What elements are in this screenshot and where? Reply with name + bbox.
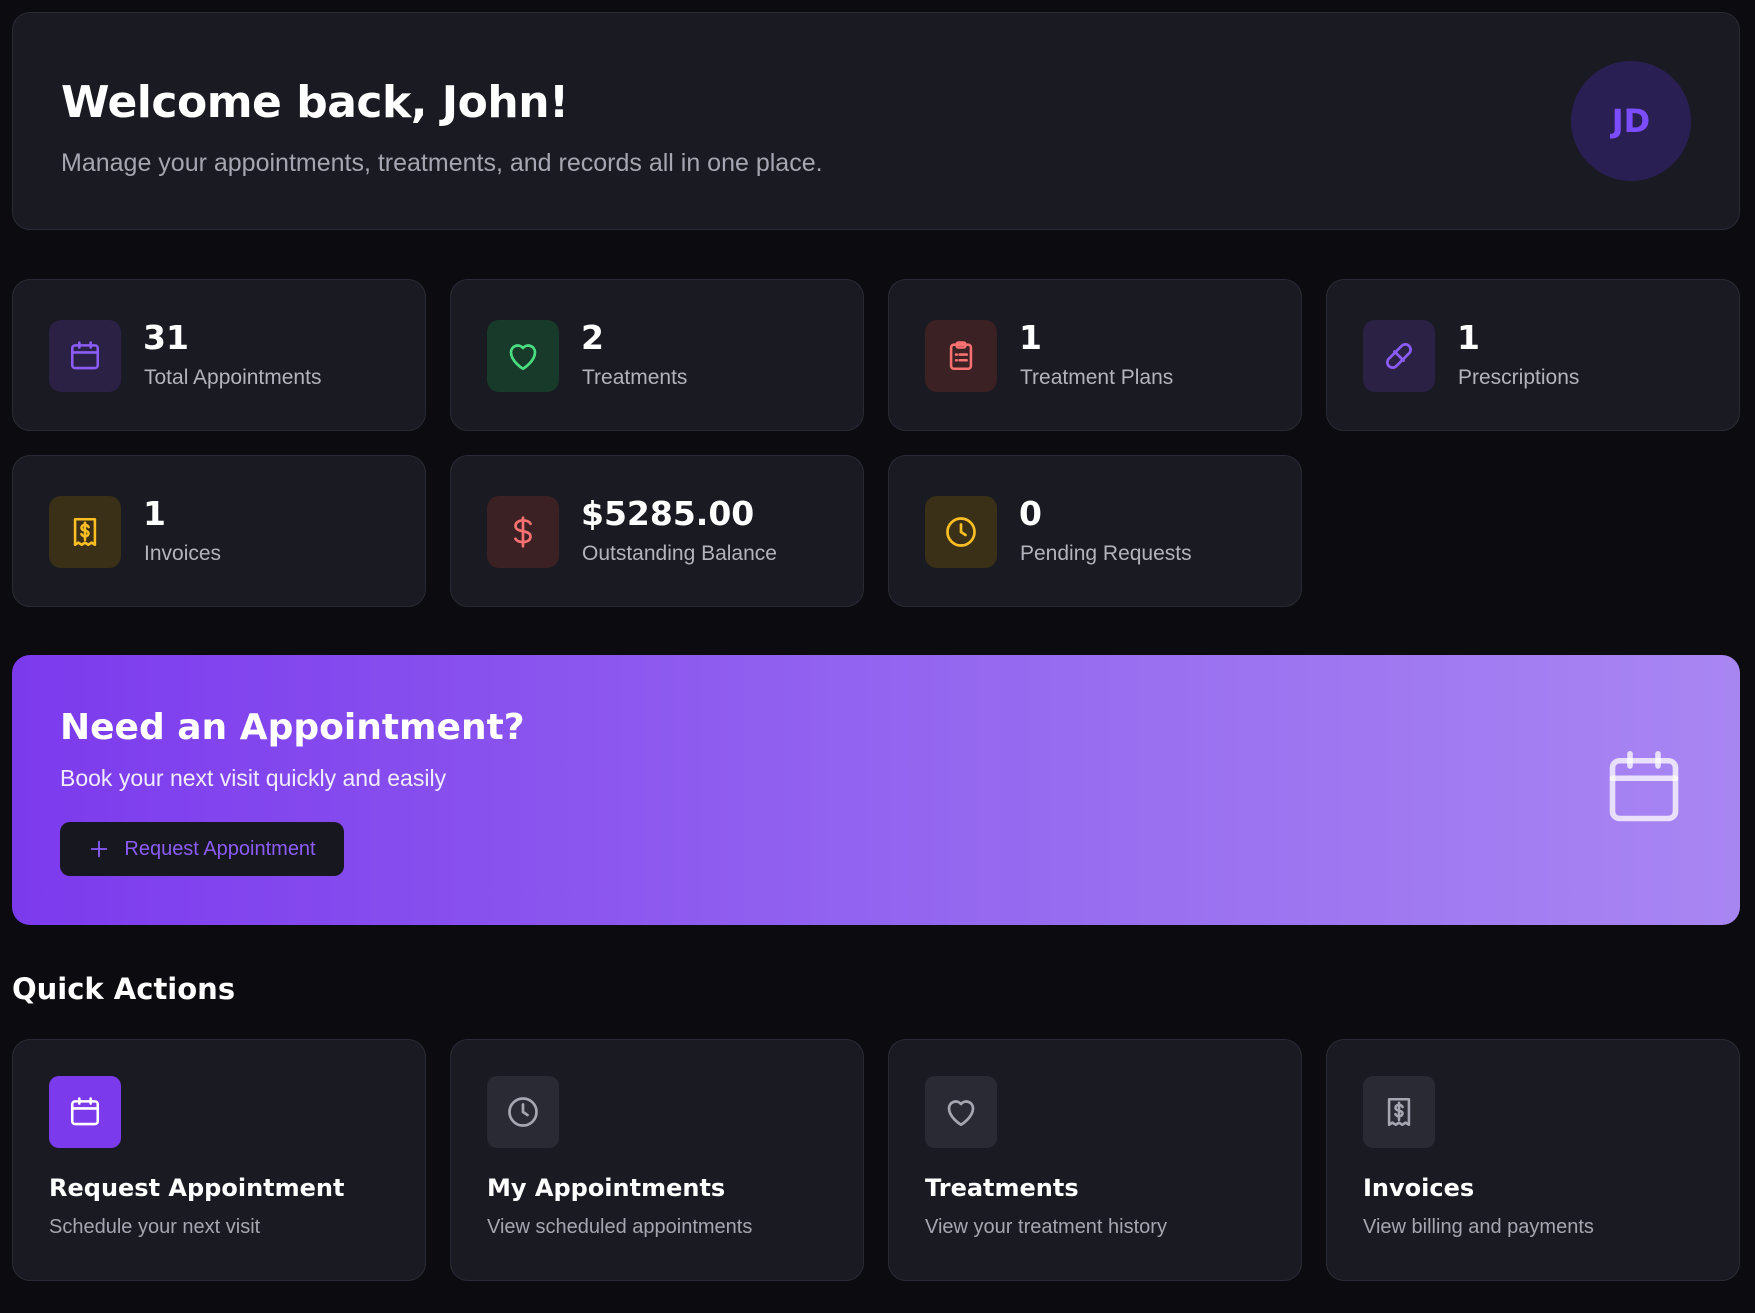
stat-label: Total Appointments xyxy=(144,366,322,389)
calendar-icon xyxy=(49,1076,121,1148)
dollar-icon xyxy=(487,496,559,568)
welcome-subtitle: Manage your appointments, treatments, an… xyxy=(61,149,823,177)
heart-icon xyxy=(487,320,559,392)
request-appointment-button[interactable]: Request Appointment xyxy=(60,822,344,876)
stat-value: 1 xyxy=(143,494,166,533)
stat-card-outstanding-balance: $5285.00 Outstanding Balance xyxy=(450,455,864,607)
clipboard-list-icon xyxy=(925,320,997,392)
quick-action-my-appointments[interactable]: My Appointments View scheduled appointme… xyxy=(450,1039,864,1281)
quick-action-invoices[interactable]: Invoices View billing and payments xyxy=(1326,1039,1740,1281)
quick-action-description: View billing and payments xyxy=(1363,1216,1594,1238)
calendar-icon xyxy=(1609,750,1679,822)
pill-icon xyxy=(1363,320,1435,392)
receipt-icon xyxy=(49,496,121,568)
quick-action-description: Schedule your next visit xyxy=(49,1216,261,1238)
stat-value: 2 xyxy=(581,318,604,357)
calendar-icon xyxy=(49,320,121,392)
stat-value: $5285.00 xyxy=(581,494,755,533)
stat-card-treatments: 2 Treatments xyxy=(450,279,864,431)
heart-icon xyxy=(925,1076,997,1148)
stat-value: 0 xyxy=(1019,494,1042,533)
stat-card-total-appointments: 31 Total Appointments xyxy=(12,279,426,431)
quick-action-title: Request Appointment xyxy=(49,1174,345,1202)
clock-icon xyxy=(925,496,997,568)
stat-value: 31 xyxy=(143,318,189,357)
quick-action-title: My Appointments xyxy=(487,1174,726,1202)
stat-value: 1 xyxy=(1457,318,1480,357)
quick-action-title: Treatments xyxy=(925,1174,1079,1202)
stat-card-treatment-plans: 1 Treatment Plans xyxy=(888,279,1302,431)
stat-card-prescriptions: 1 Prescriptions xyxy=(1326,279,1740,431)
quick-action-request-appointment[interactable]: Request Appointment Schedule your next v… xyxy=(12,1039,426,1281)
stat-label: Treatments xyxy=(582,366,688,389)
avatar[interactable]: JD xyxy=(1571,61,1691,181)
banner-title: Need an Appointment? xyxy=(60,707,525,748)
stat-label: Pending Requests xyxy=(1020,542,1192,565)
quick-action-description: View your treatment history xyxy=(925,1216,1167,1238)
quick-action-description: View scheduled appointments xyxy=(487,1216,753,1238)
stat-card-pending-requests: 0 Pending Requests xyxy=(888,455,1302,607)
stat-card-invoices: 1 Invoices xyxy=(12,455,426,607)
stat-label: Prescriptions xyxy=(1458,366,1580,389)
welcome-header: Welcome back, John! Manage your appointm… xyxy=(12,12,1740,230)
quick-action-treatments[interactable]: Treatments View your treatment history xyxy=(888,1039,1302,1281)
plus-icon xyxy=(91,840,108,858)
stat-label: Outstanding Balance xyxy=(582,542,777,565)
stat-label: Treatment Plans xyxy=(1020,366,1174,389)
request-appointment-label: Request Appointment xyxy=(124,837,316,860)
banner-subtitle: Book your next visit quickly and easily xyxy=(60,765,447,791)
quick-actions-title: Quick Actions xyxy=(12,972,236,1006)
stat-value: 1 xyxy=(1019,318,1042,357)
stat-label: Invoices xyxy=(144,542,222,565)
welcome-title: Welcome back, John! xyxy=(61,77,569,128)
clock-icon xyxy=(487,1076,559,1148)
quick-action-title: Invoices xyxy=(1363,1174,1475,1202)
patient-dashboard: Welcome back, John! Manage your appointm… xyxy=(0,0,1755,1313)
appointment-banner: Need an Appointment? Book your next visi… xyxy=(12,655,1740,925)
receipt-icon xyxy=(1363,1076,1435,1148)
